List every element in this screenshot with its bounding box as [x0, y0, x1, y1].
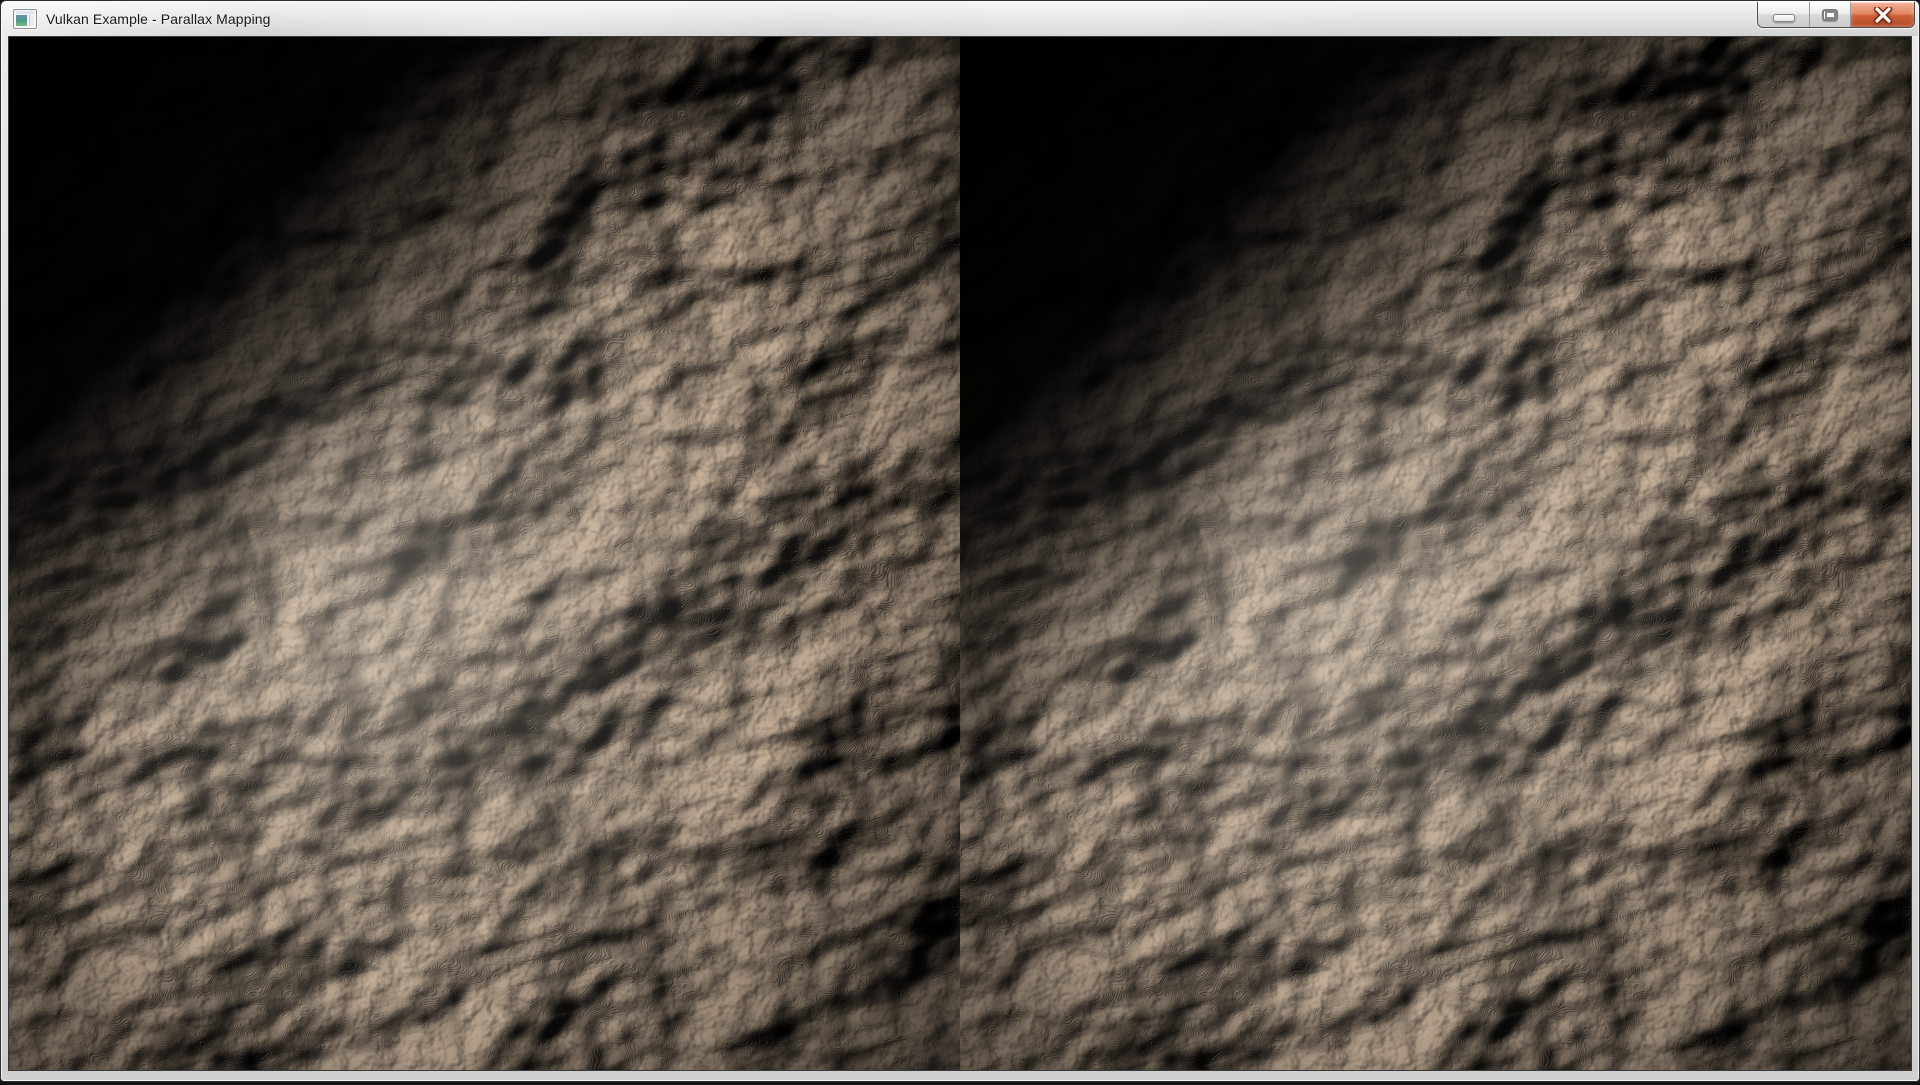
titlebar[interactable]: Vulkan Example - Parallax Mapping: [2, 2, 1918, 36]
caption-button-group: [1757, 2, 1915, 28]
app-window-icon[interactable]: [13, 9, 37, 29]
app-icon-titlestrip: [16, 11, 34, 14]
render-viewport: [8, 36, 1912, 1071]
app-window: Vulkan Example - Parallax Mapping: [0, 0, 1920, 1082]
close-icon: [1873, 7, 1893, 23]
maximize-icon: [1822, 9, 1838, 21]
app-icon-content: [16, 15, 27, 26]
right-render-pane[interactable]: [960, 37, 1911, 1070]
close-button[interactable]: [1851, 2, 1914, 27]
maximize-button[interactable]: [1810, 2, 1851, 27]
app-icon-scrollbar: [29, 15, 34, 26]
minimize-icon: [1773, 14, 1795, 22]
window-title: Vulkan Example - Parallax Mapping: [46, 11, 271, 27]
left-render-pane[interactable]: [9, 37, 960, 1070]
minimize-button[interactable]: [1758, 2, 1810, 27]
